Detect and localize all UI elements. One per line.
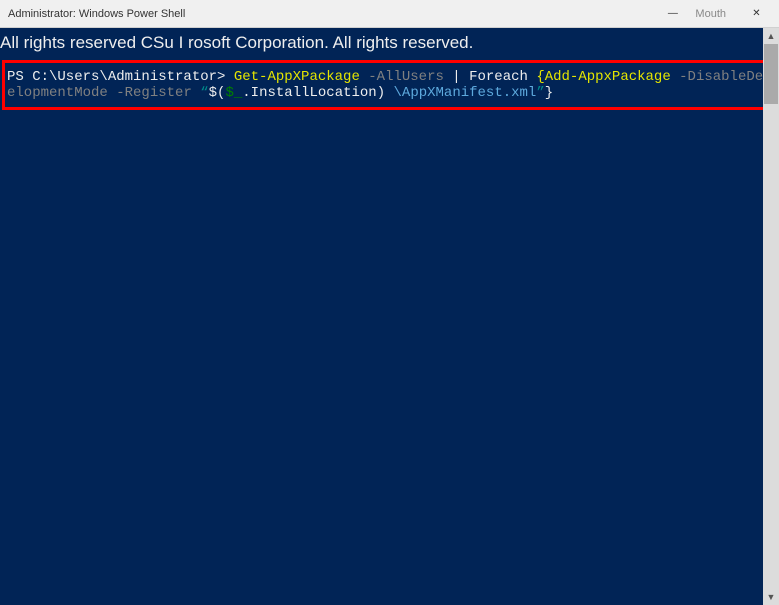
cmd-getappxpackage: Get-AppXPackage xyxy=(225,69,368,85)
install-location: .InstallLocation) xyxy=(242,85,385,101)
scroll-up-button[interactable]: ▲ xyxy=(763,28,779,44)
quote-close: ” xyxy=(536,85,544,101)
close-button[interactable]: ✕ xyxy=(734,0,779,28)
appx-manifest: \AppXManifest.xml xyxy=(385,85,536,101)
mouth-label: Mouth xyxy=(695,8,726,20)
flag-register: -Register xyxy=(108,85,200,101)
chevron-up-icon: ▲ xyxy=(767,31,776,41)
console-area[interactable]: All rights reserved CSu I rosoft Corpora… xyxy=(0,28,779,605)
titlebar-controls: — Mouth ✕ xyxy=(650,0,779,27)
quote-open: “ xyxy=(200,85,208,101)
flag-allusers: -AllUsers xyxy=(368,69,444,85)
pipe-foreach: | Foreach xyxy=(444,69,536,85)
brace-addappx: {Add-AppxPackage xyxy=(536,69,679,85)
command-highlight-box: PS C:\Users\Administrator> Get-AppXPacka… xyxy=(2,60,777,110)
copyright-text: All rights reserved CSu I rosoft Corpora… xyxy=(0,32,779,58)
window-title: Administrator: Windows Power Shell xyxy=(8,8,185,20)
chevron-down-icon: ▼ xyxy=(767,592,776,602)
scroll-thumb[interactable] xyxy=(764,44,778,104)
command-line: PS C:\Users\Administrator> Get-AppXPacka… xyxy=(7,69,772,101)
var-underscore: $_ xyxy=(225,85,242,101)
minimize-icon: — xyxy=(668,8,678,19)
brace-close: } xyxy=(545,85,553,101)
dollar-open: $( xyxy=(209,85,226,101)
minimize-button[interactable]: — xyxy=(650,0,695,28)
scroll-down-button[interactable]: ▼ xyxy=(763,589,779,605)
titlebar[interactable]: Administrator: Windows Power Shell — Mou… xyxy=(0,0,779,28)
powershell-window: Administrator: Windows Power Shell — Mou… xyxy=(0,0,779,605)
prompt-text: PS C:\Users\Administrator> xyxy=(7,69,225,85)
close-icon: ✕ xyxy=(752,8,760,19)
vertical-scrollbar[interactable]: ▲ ▼ xyxy=(763,28,779,605)
console-content: All rights reserved CSu I rosoft Corpora… xyxy=(0,28,779,605)
